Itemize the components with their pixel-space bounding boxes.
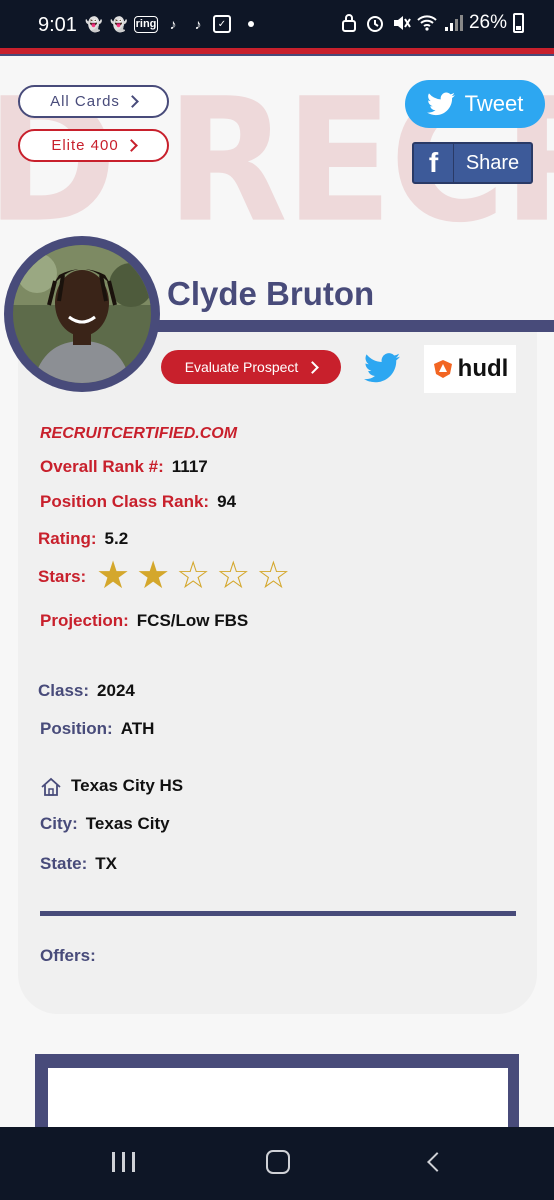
home-button[interactable]	[266, 1150, 290, 1174]
tiktok-icon: ♪	[194, 16, 202, 32]
city-value: Texas City	[85, 814, 170, 833]
all-cards-label: All Cards	[50, 93, 120, 110]
recent-apps-button[interactable]	[112, 1152, 135, 1172]
city-row: City: Texas City	[40, 814, 170, 834]
card-divider	[40, 911, 516, 916]
lock-icon	[341, 14, 356, 32]
more-notifications-icon	[248, 21, 254, 27]
checklist-icon: ✓	[213, 15, 231, 33]
class-value: 2024	[97, 681, 135, 700]
signal-icon	[444, 15, 463, 31]
evaluate-prospect-label: Evaluate Prospect	[184, 359, 299, 375]
stars-label: Stars:	[38, 567, 87, 586]
house-icon	[41, 777, 61, 796]
school-row: Texas City HS	[71, 776, 183, 796]
name-stripe	[130, 320, 554, 332]
projection-label: Projection:	[40, 611, 129, 630]
projection-row: Projection: FCS/Low FBS	[40, 611, 248, 631]
stars-row: Stars:	[38, 567, 86, 587]
share-label: Share	[465, 151, 520, 174]
chevron-right-icon	[124, 139, 138, 152]
mute-icon	[393, 16, 411, 30]
offers-row: Offers:	[40, 946, 96, 966]
elite-400-button[interactable]: Elite 400	[18, 129, 169, 162]
class-row: Class: 2024	[38, 681, 135, 701]
twitter-icon	[426, 92, 455, 116]
city-label: City:	[40, 814, 78, 833]
chevron-right-icon	[306, 360, 320, 374]
star-empty-icon: ☆	[216, 555, 251, 597]
alarm-icon	[366, 16, 383, 32]
position-value: ATH	[120, 719, 155, 738]
status-time: 9:01	[38, 14, 77, 36]
status-bar: 9:01 👻 👻 ring ♪ ♪ ✓ 26%	[0, 0, 554, 48]
projection-value: FCS/Low FBS	[136, 611, 249, 630]
class-label: Class:	[38, 681, 90, 700]
hudl-label: hudl	[457, 355, 509, 382]
evaluate-prospect-button[interactable]: Evaluate Prospect	[161, 350, 341, 384]
avatar	[4, 236, 160, 392]
all-cards-button[interactable]: All Cards	[18, 85, 169, 118]
star-empty-icon: ☆	[256, 555, 291, 597]
battery-percent: 26%	[468, 12, 507, 33]
state-value: TX	[95, 854, 117, 873]
position-row: Position: ATH	[40, 719, 154, 739]
facebook-share-button[interactable]: f Share	[412, 142, 533, 184]
hudl-link[interactable]: hudl	[424, 345, 516, 393]
star-filled-icon: ★	[136, 555, 171, 597]
star-filled-icon: ★	[96, 555, 131, 597]
position-rank-value: 94	[217, 492, 237, 511]
state-row: State: TX	[40, 854, 117, 874]
offers-label: Offers:	[40, 946, 96, 965]
facebook-icon: f	[414, 144, 454, 182]
battery-icon	[513, 13, 524, 33]
hudl-icon	[433, 360, 452, 378]
rating-value: 5.2	[104, 529, 129, 548]
ring-icon: ring	[134, 15, 158, 33]
rating-label: Rating:	[38, 529, 97, 548]
state-label: State:	[40, 854, 88, 873]
star-rating: ★ ★ ☆ ☆ ☆	[96, 556, 290, 596]
wifi-icon	[417, 15, 437, 31]
rating-row: Rating: 5.2	[38, 529, 128, 549]
system-icons: 26%	[339, 12, 524, 34]
position-rank-row: Position Class Rank: 94	[40, 492, 236, 512]
chevron-right-icon	[126, 95, 139, 108]
elite-400-label: Elite 400	[51, 137, 119, 154]
position-rank-label: Position Class Rank:	[40, 492, 210, 511]
header-stripe-navy	[0, 54, 554, 56]
site-link[interactable]: RECRUITCERTIFIED.COM	[40, 425, 237, 443]
player-photo	[13, 245, 151, 383]
notification-icons: 👻 👻 ring ♪ ♪ ✓	[84, 14, 254, 34]
tiktok-icon: ♪	[169, 16, 177, 32]
snapchat-icon: 👻	[85, 15, 103, 32]
tweet-button[interactable]: Tweet	[405, 80, 545, 128]
tweet-label: Tweet	[464, 91, 524, 116]
school-value: Texas City HS	[71, 776, 184, 795]
position-label: Position:	[40, 719, 113, 738]
overall-rank-label: Overall Rank #:	[40, 457, 164, 476]
overall-rank-row: Overall Rank #: 1117	[40, 457, 208, 477]
snapchat-icon: 👻	[110, 15, 128, 32]
player-name: Clyde Bruton	[167, 275, 375, 312]
twitter-icon[interactable]	[364, 353, 400, 383]
overall-rank-value: 1117	[171, 457, 208, 476]
star-empty-icon: ☆	[176, 555, 211, 597]
